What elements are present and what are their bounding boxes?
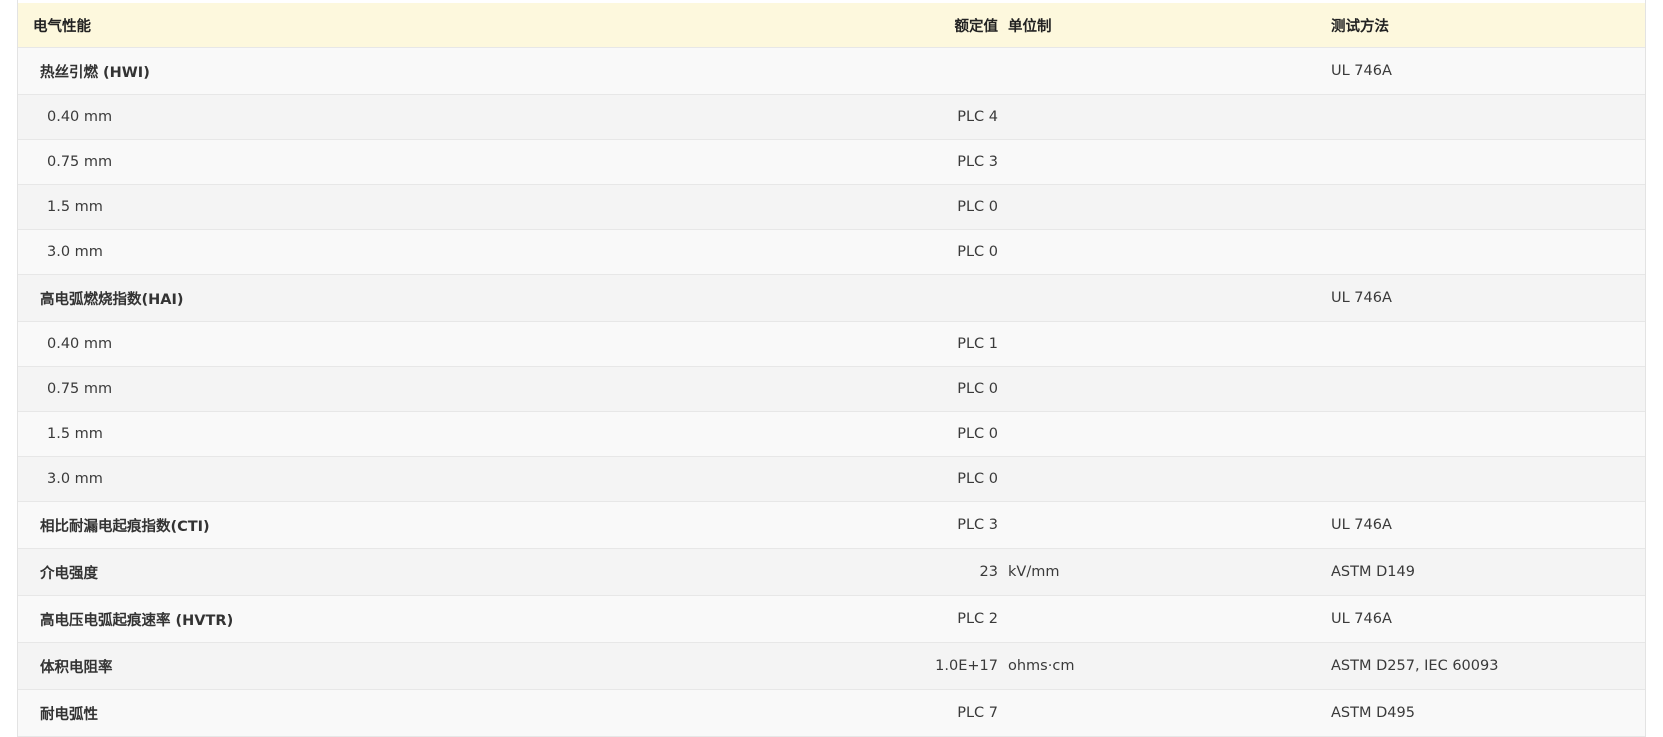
row-value: PLC 0 xyxy=(957,199,998,215)
row-value: PLC 3 xyxy=(957,154,998,170)
row-property: 0.40 mm xyxy=(47,336,113,352)
row-value: PLC 1 xyxy=(957,336,998,352)
table-header-row: 电气性能 额定值 单位制 测试方法 xyxy=(18,3,1645,48)
row-value: PLC 0 xyxy=(957,426,998,442)
row-value: 1.0E+17 xyxy=(935,658,998,674)
row-value: PLC 7 xyxy=(957,705,998,721)
row-method: UL 746A xyxy=(1331,517,1392,533)
header-unit: 单位制 xyxy=(1008,18,1052,35)
table-row: 1.5 mm PLC 0 xyxy=(18,185,1645,230)
row-unit: kV/mm xyxy=(1008,564,1060,580)
header-method: 测试方法 xyxy=(1331,18,1389,35)
row-value: PLC 0 xyxy=(957,471,998,487)
table-right-border xyxy=(1645,0,1646,737)
row-value: 23 xyxy=(979,564,998,580)
row-value: PLC 2 xyxy=(957,611,998,627)
row-property: 高电压电弧起痕速率 (HVTR) xyxy=(40,612,234,629)
table-row: 3.0 mm PLC 0 xyxy=(18,230,1645,275)
table-row: 0.75 mm PLC 3 xyxy=(18,140,1645,185)
row-value: PLC 0 xyxy=(957,381,998,397)
table-row: 介电强度 23 kV/mm ASTM D149 xyxy=(18,549,1645,596)
row-property: 介电强度 xyxy=(40,565,98,582)
table-row: 耐电弧性 PLC 7 ASTM D495 xyxy=(18,690,1645,737)
row-method: UL 746A xyxy=(1331,611,1392,627)
row-value: PLC 0 xyxy=(957,244,998,260)
row-method: ASTM D257, IEC 60093 xyxy=(1331,658,1499,674)
table-row: 相比耐漏电起痕指数(CTI) PLC 3 UL 746A xyxy=(18,502,1645,549)
row-property: 高电弧燃烧指数(HAI) xyxy=(40,291,184,308)
row-property: 0.75 mm xyxy=(47,381,113,397)
row-property: 1.5 mm xyxy=(47,199,103,215)
table-row: 体积电阻率 1.0E+17 ohms·cm ASTM D257, IEC 60093 xyxy=(18,643,1645,690)
row-property: 0.75 mm xyxy=(47,154,113,170)
table-row: 高电弧燃烧指数(HAI) UL 746A xyxy=(18,275,1645,322)
table-row: 高电压电弧起痕速率 (HVTR) PLC 2 UL 746A xyxy=(18,596,1645,643)
row-method: ASTM D149 xyxy=(1331,564,1415,580)
table-row: 1.5 mm PLC 0 xyxy=(18,412,1645,457)
row-property: 0.40 mm xyxy=(47,109,113,125)
row-method: UL 746A xyxy=(1331,290,1392,306)
row-property: 热丝引燃 (HWI) xyxy=(40,64,150,81)
row-value: PLC 4 xyxy=(957,109,998,125)
row-method: UL 746A xyxy=(1331,63,1392,79)
header-property: 电气性能 xyxy=(33,18,91,35)
row-property: 3.0 mm xyxy=(47,471,103,487)
row-property: 相比耐漏电起痕指数(CTI) xyxy=(40,518,210,535)
electrical-properties-table: 电气性能 额定值 单位制 测试方法 热丝引燃 (HWI) UL 746A 0.40 … xyxy=(18,3,1645,737)
row-method: ASTM D495 xyxy=(1331,705,1415,721)
row-property: 耐电弧性 xyxy=(40,706,98,723)
table-row: 0.40 mm PLC 4 xyxy=(18,95,1645,140)
table-body: 热丝引燃 (HWI) UL 746A 0.40 mm PLC 4 0.75 mm PLC … xyxy=(18,48,1645,737)
row-value: PLC 3 xyxy=(957,517,998,533)
table-row: 0.75 mm PLC 0 xyxy=(18,367,1645,412)
table-row: 3.0 mm PLC 0 xyxy=(18,457,1645,502)
table-row: 热丝引燃 (HWI) UL 746A xyxy=(18,48,1645,95)
header-value: 额定值 xyxy=(954,18,999,35)
row-unit: ohms·cm xyxy=(1008,658,1075,674)
row-property: 1.5 mm xyxy=(47,426,103,442)
table-row: 0.40 mm PLC 1 xyxy=(18,322,1645,367)
row-property: 3.0 mm xyxy=(47,244,103,260)
row-property: 体积电阻率 xyxy=(40,659,113,676)
